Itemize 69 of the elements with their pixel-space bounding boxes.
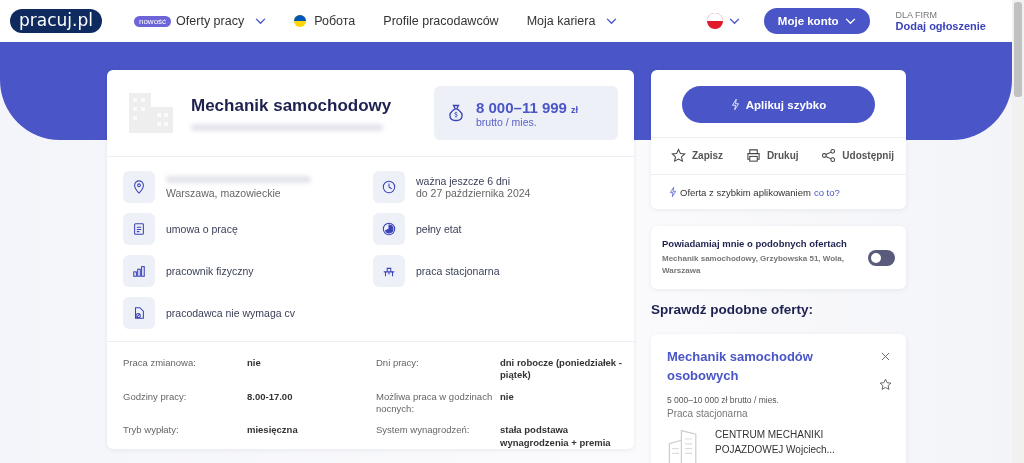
scrollbar[interactable]: [1012, 0, 1024, 463]
what-is-it-link[interactable]: co to?: [813, 186, 840, 198]
bar-chart-icon: [123, 255, 155, 287]
detail-value: nie: [500, 390, 515, 404]
close-icon[interactable]: [881, 352, 890, 361]
nav-link[interactable]: Profile pracodawców: [383, 14, 499, 28]
detail-value: dni robocze (poniedziałek - piątek): [500, 357, 623, 382]
company-name: CENTRUM MECHANIKI POJAZDOWEJ Wojciech...: [715, 428, 836, 457]
apply-button[interactable]: Aplikuj szybko: [682, 86, 875, 123]
fast-apply-note: Oferta z szybkim aplikowaniem: [680, 186, 811, 198]
currency: zł: [571, 104, 579, 115]
alert-subtitle: Mechanik samochodowy, Grzybowska 51, Wola, Warszawa: [662, 253, 845, 277]
offer-title[interactable]: Mechanik samochodów osobowych: [667, 348, 879, 391]
account-button[interactable]: Moje konto: [763, 8, 870, 34]
feature-text: pracownik fizyczny: [166, 265, 254, 277]
money-bag-icon: [446, 103, 466, 123]
document-icon: [123, 213, 155, 245]
chevron-down-icon: [255, 17, 267, 25]
detail-value: stała podstawa wynagrodzenia + premia: [500, 424, 612, 450]
nav-link[interactable]: Робота: [294, 14, 356, 28]
flag-icon: [706, 13, 723, 29]
printer-icon: [745, 148, 761, 163]
pin-icon: [123, 171, 155, 203]
job-title: Mechanik samochodowy: [191, 95, 393, 116]
feature-text: pracodawca nie wymaga cv: [166, 307, 295, 319]
chevron-down-icon: [606, 17, 618, 25]
alert-toggle[interactable]: [868, 249, 895, 266]
feature-text: Warszawa, mazowieckie: [166, 175, 311, 199]
detail-value: 8.00-17.00: [247, 390, 294, 404]
detail-label: Godziny pracy:: [123, 390, 188, 404]
star-icon[interactable]: [879, 378, 892, 391]
language-selector[interactable]: [706, 13, 740, 29]
detail-label: System wynagrodzeń:: [376, 424, 471, 438]
salary-amount: 8 000–11 999: [476, 98, 567, 116]
feature-text: ważna jeszcze 6 dni do 27 października 2024: [416, 175, 531, 199]
feature-text: pełny etat: [416, 223, 462, 235]
detail-label: Możliwa praca w godzinach nocnych:: [376, 390, 494, 416]
detail-label: Dni pracy:: [376, 357, 420, 370]
lightning-icon: [669, 186, 677, 198]
clock-icon: [373, 171, 405, 203]
nav-link[interactable]: nowość Oferty pracy: [133, 14, 267, 28]
chevron-down-icon: [844, 17, 856, 25]
flag-icon: [294, 15, 307, 27]
offer-work-mode: Praca stacjonarna: [667, 408, 749, 419]
desk-icon: [373, 255, 405, 287]
detail-value: miesięczna: [247, 424, 299, 438]
share-button[interactable]: Udostępnij: [821, 146, 894, 165]
share-icon: [821, 148, 837, 163]
pracuj-logo[interactable]: pracuj.pl: [10, 9, 102, 33]
alert-title: Powiadamiaj mnie o podobnych ofertach: [662, 238, 848, 249]
feature-text: umowa o pracę: [166, 223, 238, 235]
print-button[interactable]: Drukuj: [745, 146, 799, 165]
feature-text: praca stacjonarna: [416, 265, 500, 277]
add-listing-link[interactable]: Dodaj ogłoszenie: [895, 20, 986, 32]
detail-label: Tryb wypłaty:: [123, 424, 180, 438]
detail-label: Praca zmianowa:: [123, 357, 197, 370]
salary-note: brutto / mies.: [476, 115, 538, 128]
nav-link[interactable]: Moja kariera: [526, 14, 618, 28]
offer-card[interactable]: Mechanik samochodów osobowych 5 000–10 000 zł brutto / mies. Praca stacjonarna CENTRUM MECHANIKI POJAZDOWEJ Wojciech...: [651, 334, 906, 463]
similar-offers-heading: Sprawdź podobne oferty:: [651, 302, 814, 317]
lightning-icon: [730, 98, 740, 111]
pie-icon: [373, 213, 405, 245]
star-icon: [671, 148, 686, 163]
save-button[interactable]: Zapisz: [671, 146, 724, 165]
detail-value: nie: [247, 357, 262, 370]
file-blocked-icon: [123, 297, 155, 329]
offer-salary: 5 000–10 000 zł brutto / mies.: [667, 395, 780, 405]
firms-label: DLA FIRM: [895, 10, 939, 20]
chevron-down-icon: [728, 17, 740, 25]
